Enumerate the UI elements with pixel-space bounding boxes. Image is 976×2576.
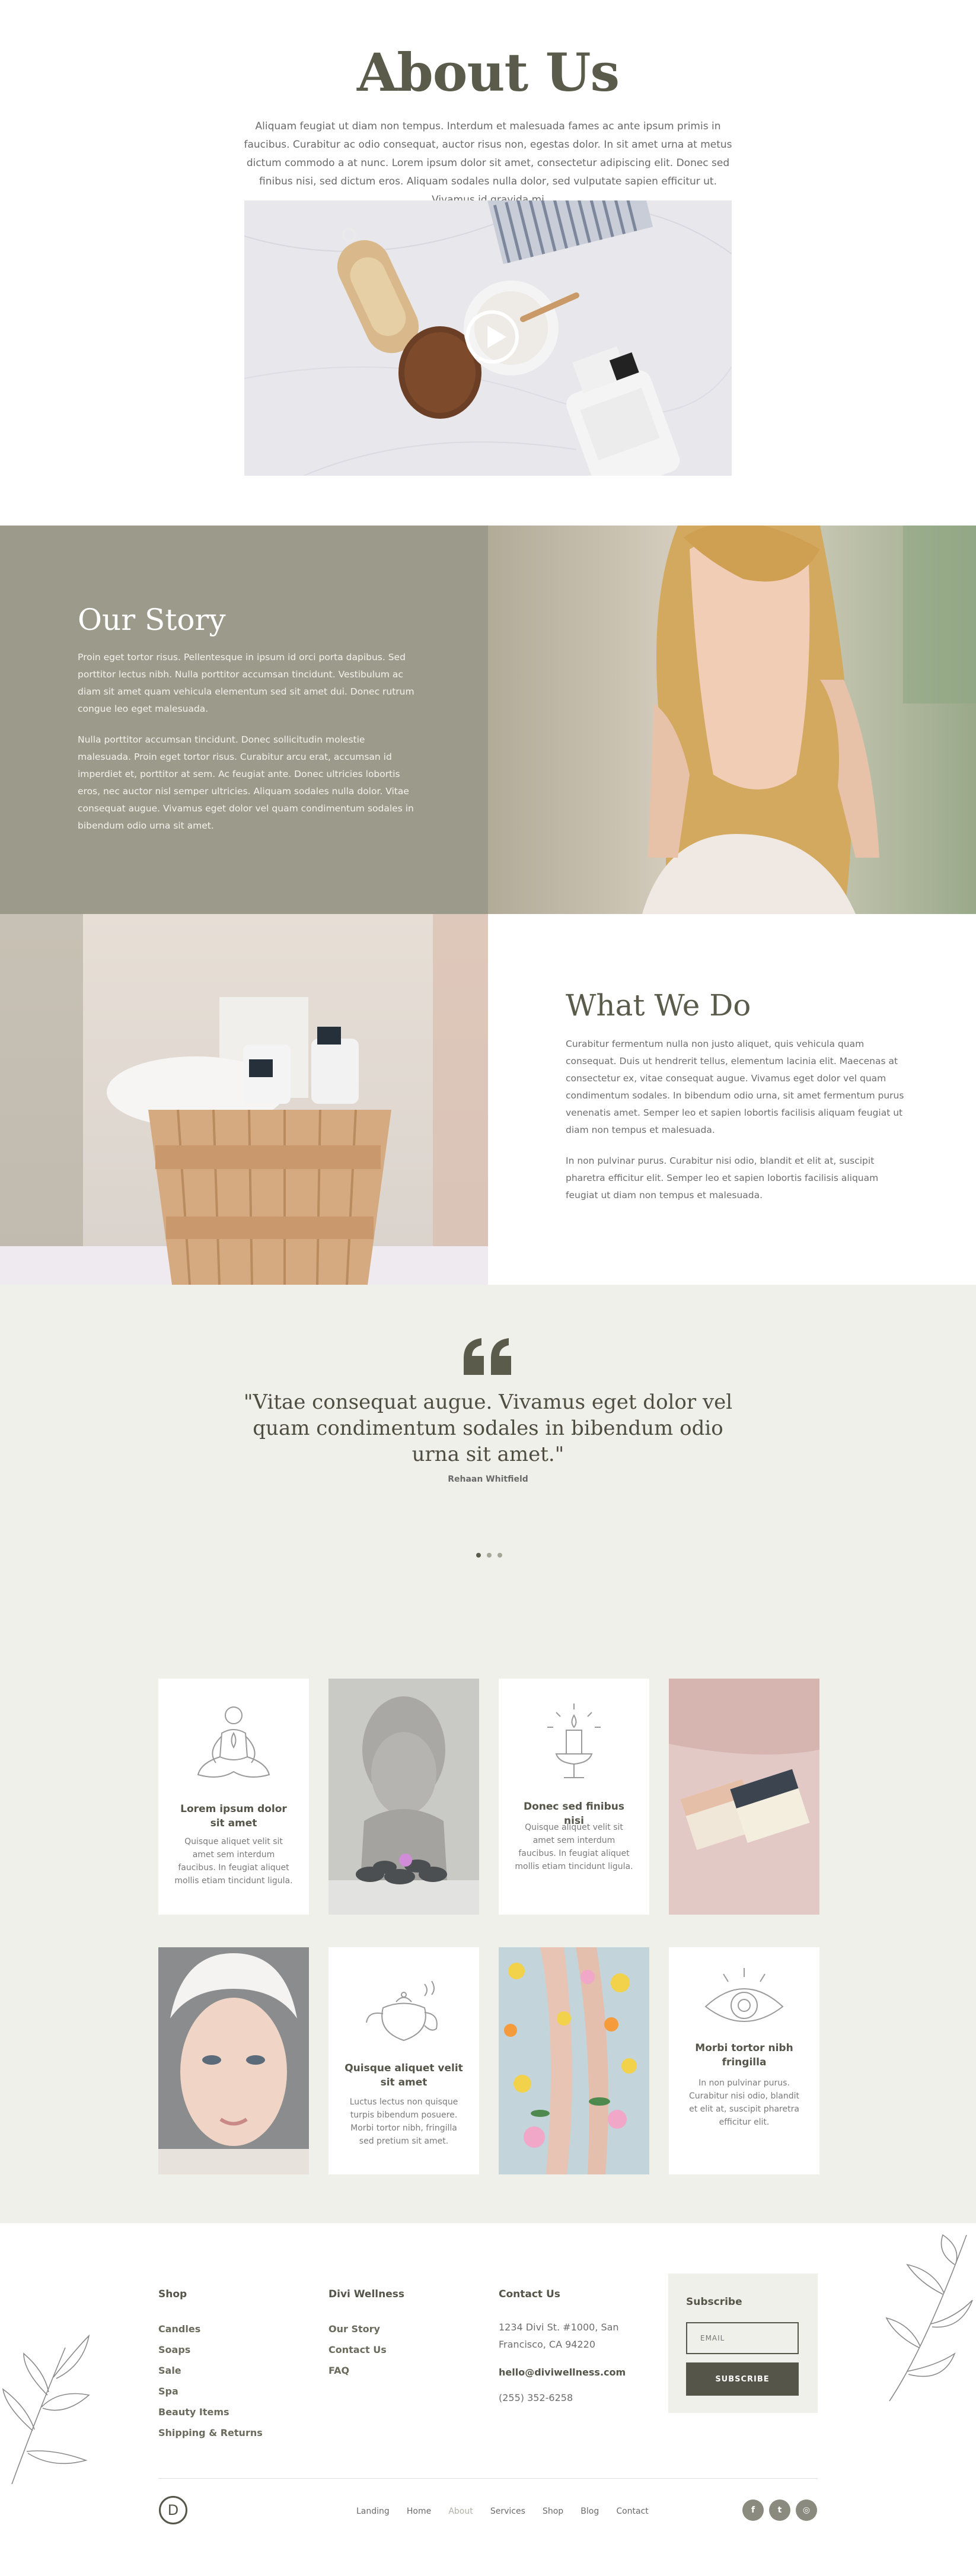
facebook-icon[interactable]: f [742, 2499, 764, 2521]
footer-nav-contact[interactable]: Contact [616, 2507, 648, 2516]
subscribe-email-input[interactable] [686, 2322, 799, 2354]
video-player[interactable] [244, 200, 732, 476]
feature-card-3: Donec sed finibus nisi Quisque aliquet v… [499, 1679, 649, 1915]
footer-link-our-story[interactable]: Our Story [328, 2319, 404, 2339]
feature-card-8-title: Morbi tortor nibh fringilla [695, 2042, 793, 2068]
footer-contact-heading: Contact Us [499, 2288, 560, 2300]
play-icon[interactable] [465, 310, 519, 364]
testimonial-quote: "Vitae consequat augue. Vivamus eget dol… [243, 1390, 733, 1466]
site-logo[interactable]: D [159, 2496, 187, 2524]
footer-email[interactable]: hello@diviwellness.com [499, 2364, 635, 2381]
footer-shop-column: Shop Candles Soaps Sale Spa Beauty Items… [158, 2288, 263, 2443]
feature-card-1: Lorem ipsum dolor sit amet Quisque aliqu… [158, 1679, 309, 1915]
footer-link-sale[interactable]: Sale [158, 2360, 263, 2381]
footer-link-faq[interactable]: FAQ [328, 2360, 404, 2381]
footer-brand-heading: Divi Wellness [328, 2288, 404, 2300]
footer-nav-landing[interactable]: Landing [356, 2507, 390, 2516]
twitter-icon[interactable]: t [769, 2499, 790, 2521]
feature-card-6: Quisque aliquet velit sit amet Luctus le… [328, 1947, 479, 2174]
footer-divider [158, 2478, 818, 2479]
feature-card-8-desc: In non pulvinar purus. Curabitur nisi od… [688, 2078, 800, 2127]
footer-brand-column: Divi Wellness Our Story Contact Us FAQ [328, 2288, 404, 2381]
footer-nav-shop[interactable]: Shop [543, 2507, 563, 2516]
buddha-statue-image [328, 1679, 479, 1915]
feature-card-6-title: Quisque aliquet velit sit amet [345, 2062, 463, 2088]
footer-nav-blog[interactable]: Blog [581, 2507, 599, 2516]
our-story-paragraph-2: Nulla porttitor accumsan tincidunt. Done… [78, 734, 414, 831]
footer-link-candles[interactable]: Candles [158, 2319, 263, 2339]
our-story-paragraph-1: Proin eget tortor risus. Pellentesque in… [78, 652, 414, 714]
flower-bath-image [499, 1947, 649, 2174]
site-footer: Shop Candles Soaps Sale Spa Beauty Items… [0, 2223, 976, 2576]
teapot-icon [366, 1980, 438, 2042]
what-we-do-title: What We Do [566, 988, 751, 1023]
candle-icon [547, 1703, 601, 1778]
instagram-icon[interactable]: ◎ [796, 2499, 817, 2521]
our-story-title: Our Story [78, 603, 226, 637]
feature-card-6-desc: Luctus lectus non quisque turpis bibendu… [349, 2097, 458, 2146]
our-story-section: Our Story Proin eget tortor risus. Pelle… [0, 526, 488, 914]
hero-intro: Aliquam feugiat ut diam non tempus. Inte… [244, 120, 732, 206]
towel-portrait-image [158, 1947, 309, 2174]
footer-link-beauty-items[interactable]: Beauty Items [158, 2402, 263, 2422]
feature-card-1-desc: Quisque aliquet velit sit amet sem inter… [174, 1837, 293, 1886]
testimonial-author: Rehaan Whitfield [448, 1475, 528, 1484]
meditation-icon [197, 1706, 270, 1778]
feature-card-8: Morbi tortor nibh fringilla In non pulvi… [669, 1947, 819, 2174]
footer-nav-about[interactable]: About [448, 2507, 473, 2516]
hero-section: About Us Aliquam feugiat ut diam non tem… [0, 0, 976, 526]
footer-link-spa[interactable]: Spa [158, 2381, 263, 2402]
footer-shop-heading: Shop [158, 2288, 187, 2300]
footer-contact-column: Contact Us 1234 Divi St. #1000, San Fran… [499, 2288, 635, 2406]
soap-bars-image [669, 1679, 819, 1915]
subscribe-box: Subscribe SUBSCRIBE [668, 2273, 818, 2413]
footer-nav: Landing Home About Services Shop Blog Co… [356, 2505, 663, 2517]
subscribe-heading: Subscribe [686, 2296, 742, 2308]
quote-icon [464, 1338, 511, 1375]
leaf-decoration-right [885, 2234, 973, 2402]
testimonial-and-features-section: "Vitae consequat augue. Vivamus eget dol… [0, 1285, 976, 2223]
footer-phone: (255) 352-6258 [499, 2392, 573, 2403]
footer-link-shipping-returns[interactable]: Shipping & Returns [158, 2422, 263, 2443]
slider-dot-3[interactable] [497, 1553, 502, 1558]
woman-portrait-image [488, 526, 976, 914]
slider-dots [473, 1553, 508, 1560]
feature-card-1-title: Lorem ipsum dolor sit amet [180, 1803, 287, 1829]
what-we-do-paragraph-2: In non pulvinar purus. Curabitur nisi od… [566, 1155, 879, 1201]
leaf-decoration-left [2, 2334, 90, 2484]
footer-nav-services[interactable]: Services [490, 2507, 525, 2516]
spa-basket-image [0, 914, 488, 1285]
footer-link-soaps[interactable]: Soaps [158, 2339, 263, 2360]
page-title: About Us [356, 42, 620, 103]
slider-dot-1[interactable] [476, 1553, 481, 1558]
what-we-do-section: What We Do Curabitur fermentum nulla non… [488, 914, 976, 1285]
footer-link-contact-us[interactable]: Contact Us [328, 2339, 404, 2360]
what-we-do-paragraph-1: Curabitur fermentum nulla non justo aliq… [566, 1039, 904, 1135]
footer-address: 1234 Divi St. #1000, San Francisco, CA 9… [499, 2322, 619, 2350]
subscribe-button[interactable]: SUBSCRIBE [686, 2362, 799, 2396]
footer-nav-home[interactable]: Home [407, 2507, 431, 2516]
feature-card-3-desc: Quisque aliquet velit sit amet sem inter… [515, 1823, 633, 1871]
slider-dot-2[interactable] [487, 1553, 492, 1558]
eye-icon [704, 1968, 784, 2022]
